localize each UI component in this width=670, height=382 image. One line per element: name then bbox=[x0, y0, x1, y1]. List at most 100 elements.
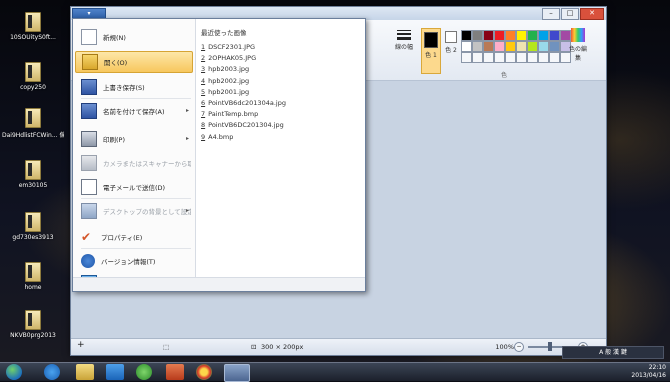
recent-file-item[interactable]: 5 hpb2001.jpg bbox=[201, 88, 361, 99]
color-swatch[interactable] bbox=[472, 30, 483, 41]
custom-color-slot[interactable] bbox=[494, 52, 505, 63]
shortcut-icon bbox=[25, 212, 41, 232]
zoom-out-button[interactable]: − bbox=[514, 342, 524, 352]
menu-item-desktop-background[interactable]: デスクトップの背景として設定(B)▸ bbox=[75, 201, 193, 221]
color2-button[interactable]: 色 2 bbox=[443, 28, 459, 54]
recent-file-name: PaintTemp.bmp bbox=[208, 110, 259, 119]
custom-color-slot[interactable] bbox=[527, 52, 538, 63]
color1-label: 色 1 bbox=[425, 52, 437, 59]
custom-color-slot[interactable] bbox=[483, 52, 494, 63]
shortcut-icon bbox=[25, 108, 41, 128]
color-swatch[interactable] bbox=[527, 30, 538, 41]
recent-file-number: 4 bbox=[201, 76, 206, 85]
custom-color-slot[interactable] bbox=[505, 52, 516, 63]
submenu-arrow-icon: ▸ bbox=[185, 107, 189, 114]
desktop-icon[interactable]: em30105 bbox=[2, 160, 64, 189]
recent-file-name: DSCF2301.JPG bbox=[208, 43, 256, 51]
start-button[interactable] bbox=[6, 364, 22, 380]
color-swatch[interactable] bbox=[483, 30, 494, 41]
custom-color-slot[interactable] bbox=[549, 52, 560, 63]
color-swatch[interactable] bbox=[461, 41, 472, 52]
color-swatch[interactable] bbox=[483, 41, 494, 52]
custom-color-slot[interactable] bbox=[461, 52, 472, 63]
recent-file-number: 9 bbox=[201, 132, 206, 141]
desktop-icon-label: NKVB0prg2013 bbox=[10, 332, 56, 339]
desktop-icon[interactable]: home bbox=[2, 262, 64, 291]
menu-item-new-document[interactable]: 新規(N) bbox=[75, 27, 193, 47]
recent-file-item[interactable]: 8 PointVB6DC201304.jpg bbox=[201, 121, 361, 132]
color1-button[interactable]: 色 1 bbox=[421, 28, 441, 74]
recent-file-number: 8 bbox=[201, 121, 206, 130]
color-swatch[interactable] bbox=[549, 41, 560, 52]
menu-item-print[interactable]: 印刷(P) ▸ bbox=[75, 129, 193, 149]
system-tray[interactable]: 22:10 2013/04/16 bbox=[631, 364, 666, 380]
color-swatch[interactable] bbox=[505, 41, 516, 52]
menu-item-label: 名前を付けて保存(A) bbox=[103, 108, 165, 116]
recent-file-number: 3 bbox=[201, 65, 206, 74]
red-app-icon[interactable] bbox=[166, 364, 184, 380]
color-swatch[interactable] bbox=[494, 30, 505, 41]
chrome-icon[interactable] bbox=[196, 364, 212, 380]
recent-file-name: hpb2001.jpg bbox=[208, 87, 250, 96]
color-swatch[interactable] bbox=[505, 30, 516, 41]
color-swatch[interactable] bbox=[516, 30, 527, 41]
internet-explorer-icon[interactable] bbox=[44, 364, 60, 380]
menu-item-scanner[interactable]: カメラまたはスキャナーから取り込み(M) bbox=[75, 153, 193, 173]
green-app-icon[interactable] bbox=[136, 364, 152, 380]
color-swatch[interactable] bbox=[494, 41, 505, 52]
scanner-icon bbox=[81, 155, 97, 171]
minimize-button[interactable]: – bbox=[542, 8, 560, 20]
custom-color-slot[interactable] bbox=[516, 52, 527, 63]
color-swatch[interactable] bbox=[461, 30, 472, 41]
menu-item-checkmark[interactable]: ✔ プロパティ(E) bbox=[75, 227, 193, 247]
desktop-icon-label: 10SOUityS0ft... bbox=[10, 34, 56, 41]
color-swatch[interactable] bbox=[516, 41, 527, 52]
menu-separator bbox=[81, 248, 191, 249]
status-bar: + ⬚ ⊡ 300 × 200px 100% − + bbox=[71, 338, 606, 355]
custom-color-slot[interactable] bbox=[538, 52, 549, 63]
recent-file-item[interactable]: 6 PointVB6dc201304a.jpg bbox=[201, 99, 361, 110]
ime-toolbar[interactable]: A 般 漢 鍵 bbox=[562, 346, 664, 359]
menu-item-save-as[interactable]: 名前を付けて保存(A) ▸ bbox=[75, 101, 193, 121]
desktop-icon-label: em30105 bbox=[18, 182, 48, 189]
recent-file-item[interactable]: 9 A4.bmp bbox=[201, 133, 361, 144]
color-swatch[interactable] bbox=[538, 30, 549, 41]
file-menu-commands: 新規(N) 開く(O) 上書き保存(S) 名前を付けて保存(A) ▸ 印刷(P) ▸ カメラま… bbox=[73, 19, 196, 291]
desktop-icon[interactable]: copy250 bbox=[2, 62, 64, 91]
paint-taskbar-button[interactable] bbox=[224, 364, 250, 382]
open-folder-icon bbox=[82, 54, 98, 70]
desktop-icon[interactable]: 10SOUityS0ft... bbox=[2, 12, 64, 41]
desktop-background-icon bbox=[81, 203, 97, 219]
desktop-icon[interactable]: Dai9HdlistFCWin... 偏数2013 bbox=[2, 108, 64, 139]
menu-item-save[interactable]: 上書き保存(S) bbox=[75, 77, 193, 97]
maximize-button[interactable]: □ bbox=[561, 8, 579, 20]
recent-file-item[interactable]: 2 2OPHAK05.JPG bbox=[201, 54, 361, 65]
color-swatch[interactable] bbox=[527, 41, 538, 52]
recent-file-name: hpb2003.jpg bbox=[208, 65, 250, 74]
recent-file-number: 5 bbox=[201, 87, 206, 96]
print-icon bbox=[81, 131, 97, 147]
color-swatch[interactable] bbox=[549, 30, 560, 41]
recent-file-item[interactable]: 4 hpb2002.jpg bbox=[201, 77, 361, 88]
recent-file-item[interactable]: 3 hpb2003.jpg bbox=[201, 65, 361, 76]
custom-color-slot[interactable] bbox=[472, 52, 483, 63]
size-button[interactable]: 線の幅 bbox=[393, 30, 415, 51]
menu-item-open-folder[interactable]: 開く(O) bbox=[75, 51, 193, 73]
menu-item-label: 新規(N) bbox=[103, 34, 126, 42]
desktop-icon[interactable]: NKVB0prg2013 bbox=[2, 310, 64, 339]
menu-item-info[interactable]: バージョン情報(T) bbox=[75, 251, 193, 271]
shortcut-icon bbox=[25, 62, 41, 82]
desktop-icon[interactable]: gd730es3913 bbox=[2, 212, 64, 241]
media-player-icon[interactable] bbox=[106, 364, 124, 380]
recent-file-item[interactable]: 1 DSCF2301.JPG bbox=[201, 43, 361, 54]
file-explorer-icon[interactable] bbox=[76, 364, 94, 380]
zoom-level: 100% bbox=[495, 343, 514, 351]
color-swatch[interactable] bbox=[472, 41, 483, 52]
recent-file-name: A4.bmp bbox=[208, 132, 234, 141]
recent-file-item[interactable]: 7 PaintTemp.bmp bbox=[201, 110, 361, 121]
menu-item-email[interactable]: 電子メールで送信(D) bbox=[75, 177, 193, 197]
close-button[interactable]: ✕ bbox=[580, 8, 604, 20]
color-swatch[interactable] bbox=[538, 41, 549, 52]
edit-colors-button[interactable]: 色の編集 bbox=[567, 28, 589, 62]
recent-file-name: PointVB6dc201304a.jpg bbox=[208, 98, 286, 107]
